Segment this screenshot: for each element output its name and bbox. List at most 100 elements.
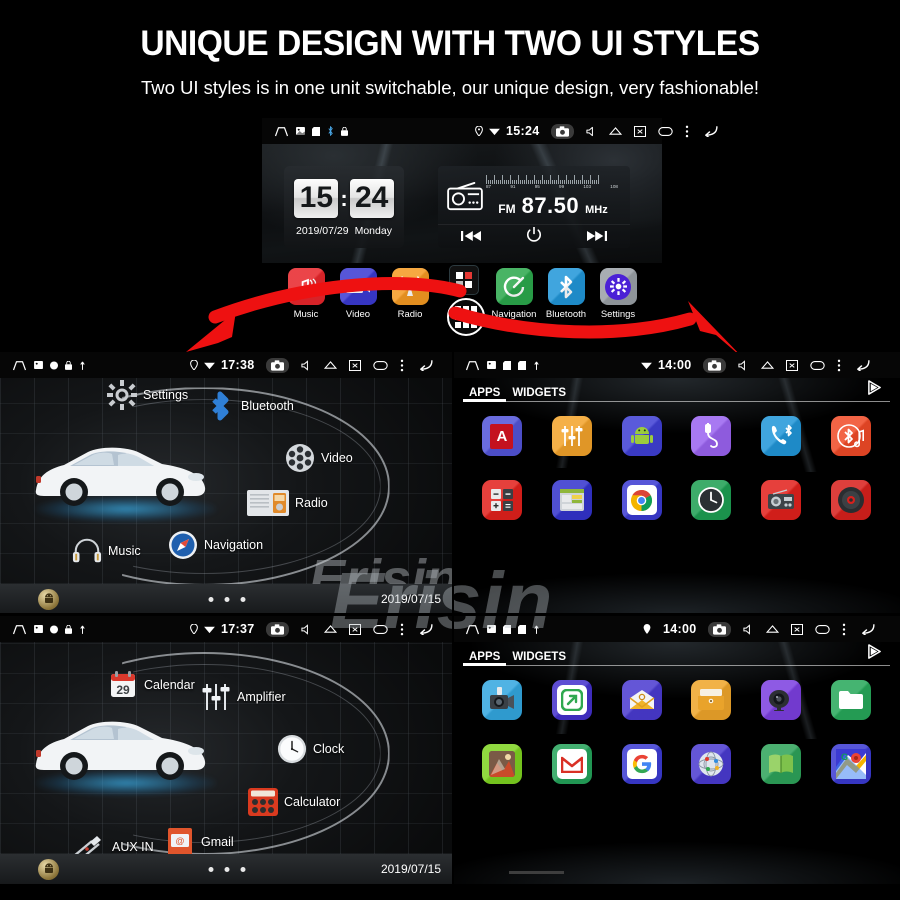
statusbar-left-icons <box>0 624 86 635</box>
recents-icon[interactable] <box>810 360 826 370</box>
back-icon[interactable] <box>416 359 434 371</box>
eject-icon[interactable] <box>324 360 338 370</box>
dock-item-music[interactable]: Music <box>280 268 332 320</box>
statusbar-right-icons: 14:00 <box>641 357 871 373</box>
recents-icon[interactable] <box>815 624 831 634</box>
tab-apps[interactable]: APPS <box>463 387 507 402</box>
dock-label-radio: Radio <box>397 309 423 320</box>
close-window-icon[interactable] <box>349 359 362 371</box>
home-icon[interactable] <box>12 360 27 371</box>
radio-widget[interactable]: 87 91 95 99 103 108 FM 87.50 MHz <box>438 166 630 248</box>
carousel-item-calculator[interactable]: Calculator <box>248 787 340 817</box>
apps-grid-small-icon[interactable] <box>450 266 478 294</box>
page-subtitle: Two UI styles is in one unit switchable,… <box>140 77 760 98</box>
home-icon[interactable] <box>12 624 27 635</box>
eject-icon[interactable] <box>766 624 780 634</box>
svg-text:@: @ <box>175 836 184 846</box>
dock-item-settings[interactable]: Settings <box>592 268 644 320</box>
dock-item-radio[interactable]: Radio <box>384 268 436 320</box>
tab-apps[interactable]: APPS <box>463 651 507 666</box>
play-store-icon[interactable] <box>867 380 882 400</box>
back-icon[interactable] <box>858 623 876 635</box>
radio-band: FM <box>498 201 516 216</box>
recents-icon[interactable] <box>373 624 389 634</box>
sd-card-icon <box>50 625 58 634</box>
close-window-icon[interactable] <box>791 623 804 635</box>
volume-mute-icon[interactable] <box>301 623 312 635</box>
radio-tick-5: 108 <box>610 183 618 189</box>
camera-icon[interactable] <box>551 123 575 139</box>
tab-widgets[interactable]: WIDGETS <box>506 387 572 402</box>
carousel-item-radio[interactable]: Radio <box>247 488 328 518</box>
tab-widgets[interactable]: WIDGETS <box>506 651 572 666</box>
promo-page: UNIQUE DESIGN WITH TWO UI STYLES Two UI … <box>0 0 900 900</box>
equalizer-icon <box>201 682 231 712</box>
carousel-item-gmail[interactable]: @ Gmail <box>165 827 234 857</box>
carousel-item-calendar[interactable]: 29 Calendar <box>108 670 195 700</box>
es-file-explorer-icon <box>691 680 732 720</box>
dock-item-video[interactable]: Video <box>332 268 384 320</box>
next-track-icon[interactable] <box>587 229 608 245</box>
close-window-icon[interactable] <box>634 125 647 137</box>
home-icon[interactable] <box>465 360 480 371</box>
carousel-item-bluetooth[interactable]: Bluetooth <box>205 391 294 421</box>
clock-widget[interactable]: 15 : 24 2019/07/29 Monday <box>284 166 404 248</box>
drawer-scroll-indicator[interactable] <box>509 871 564 874</box>
volume-mute-icon[interactable] <box>738 359 749 371</box>
gps-test-icon <box>691 744 732 784</box>
sd-card-icon <box>312 126 320 136</box>
apps-drawer-panel-bottom: 14:00 APPS WIDGETS G <box>453 616 900 884</box>
dvd-disc-icon <box>831 480 872 520</box>
volume-mute-icon[interactable] <box>586 126 597 137</box>
flip-clock: 15 : 24 <box>294 179 394 218</box>
dock-item-navigation[interactable]: Navigation <box>488 268 540 320</box>
carousel-item-settings[interactable]: Settings <box>107 380 188 410</box>
back-icon[interactable] <box>853 359 871 371</box>
carousel-item-clock[interactable]: Clock <box>277 734 344 764</box>
camera-icon[interactable] <box>266 621 290 637</box>
overflow-menu-icon[interactable] <box>400 623 404 636</box>
eject-icon[interactable] <box>324 624 338 634</box>
easyconnect-icon <box>551 680 592 720</box>
overflow-menu-icon[interactable] <box>837 359 841 372</box>
dock-item-bluetooth[interactable]: Bluetooth <box>540 268 592 320</box>
back-icon[interactable] <box>416 623 434 635</box>
recents-icon[interactable] <box>658 126 674 136</box>
carousel-item-video[interactable]: Video <box>285 443 353 473</box>
tab-rule <box>463 401 890 402</box>
overflow-menu-icon[interactable] <box>400 359 404 372</box>
camera-icon[interactable] <box>708 621 732 637</box>
close-window-icon[interactable] <box>349 623 362 635</box>
carousel-item-navigation[interactable]: Navigation <box>168 530 263 560</box>
prev-track-icon[interactable] <box>460 229 481 245</box>
volume-mute-icon[interactable] <box>743 623 754 635</box>
volume-mute-icon[interactable] <box>301 359 312 371</box>
radio-scale: 87 91 95 99 103 108 <box>484 174 622 193</box>
camera-icon[interactable] <box>266 357 290 373</box>
apps-grid-large-icon[interactable] <box>447 298 485 336</box>
carousel-item-amplifier[interactable]: Amplifier <box>201 682 286 712</box>
page-indicator-dots[interactable] <box>208 596 245 602</box>
gps-icon <box>475 126 483 136</box>
eject-icon[interactable] <box>761 360 775 370</box>
home-icon[interactable] <box>465 624 480 635</box>
wifi-icon <box>204 361 215 370</box>
statusbar-carousel-top: 17:38 <box>0 352 453 378</box>
page-indicator-dots[interactable] <box>208 866 245 872</box>
carousel-item-music[interactable]: Music <box>72 536 141 566</box>
overflow-menu-icon[interactable] <box>842 623 846 636</box>
carousel-bottom-bar: 2019/07/15 <box>0 584 453 614</box>
android-icon[interactable] <box>38 588 59 610</box>
eject-icon[interactable] <box>609 126 623 136</box>
radio-tuner: 87 91 95 99 103 108 FM 87.50 MHz <box>484 174 622 219</box>
recents-icon[interactable] <box>373 360 389 370</box>
android-icon[interactable] <box>38 858 59 880</box>
overflow-menu-icon[interactable] <box>685 125 689 138</box>
home-icon[interactable] <box>274 126 289 137</box>
camera-icon[interactable] <box>703 357 727 373</box>
play-store-icon[interactable] <box>867 644 882 664</box>
carousel-stage-bottom: 29 Calendar Amplifier Clock Calculator @… <box>0 642 453 884</box>
back-icon[interactable] <box>701 125 719 137</box>
close-window-icon[interactable] <box>786 359 799 371</box>
power-icon[interactable] <box>526 227 542 246</box>
